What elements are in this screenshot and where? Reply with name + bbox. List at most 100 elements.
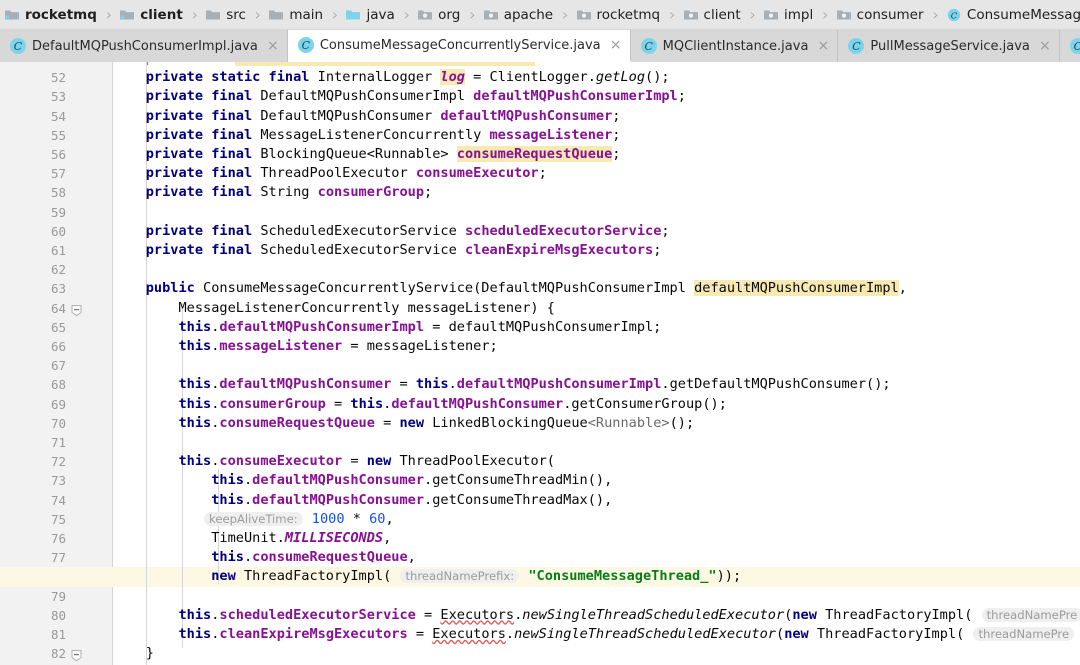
java-class-icon: C (297, 37, 314, 53)
package-icon (763, 7, 779, 23)
editor-tab-label: PullMessageService.java (870, 38, 1030, 54)
svg-text:C: C (951, 11, 958, 21)
code-line[interactable]: this.defaultMQPushConsumer.getConsumeThr… (113, 491, 1080, 510)
breadcrumb-separator: › (254, 5, 262, 24)
code-line[interactable]: this.cleanExpireMsgExecutors = Executors… (113, 625, 1080, 644)
code-line[interactable]: keepAliveTime: 1000 * 60, (113, 510, 1080, 529)
code-surface[interactable]: private static final XXXXXXXXXXXXXX priv… (0, 62, 1080, 665)
parameter-hint: threadNamePre (981, 607, 1080, 622)
breadcrumb-item-label: apache (503, 6, 554, 23)
breadcrumb-item-label: java (366, 6, 395, 23)
breadcrumb-separator: › (562, 5, 569, 24)
breadcrumb-separator: › (403, 5, 411, 24)
code-line[interactable]: this.defaultMQPushConsumerImpl = default… (113, 318, 1080, 337)
breadcrumb-item-org[interactable]: org (413, 0, 466, 29)
code-line[interactable]: public ConsumeMessageConcurrentlyService… (113, 279, 1080, 298)
code-line[interactable]: private final ScheduledExecutorService s… (113, 222, 1080, 241)
package-icon (576, 7, 592, 23)
code-line[interactable]: new ThreadFactoryImpl( threadNamePrefix:… (113, 567, 1080, 586)
code-line[interactable]: this.messageListener = messageListener; (113, 337, 1080, 356)
editor-tab-mqclientinstance[interactable]: C MQClientInstance.java × (630, 30, 839, 62)
code-line[interactable]: this.defaultMQPushConsumer.getConsumeThr… (113, 471, 1080, 490)
code-line[interactable]: this.consumeRequestQueue = new LinkedBlo… (113, 414, 1080, 433)
breadcrumb-separator: › (191, 5, 199, 24)
breadcrumb-item-client[interactable]: client (115, 0, 188, 29)
breadcrumb-item-main[interactable]: main (264, 0, 329, 29)
close-icon[interactable]: × (609, 38, 623, 52)
code-line[interactable]: this.consumerGroup = this.defaultMQPushC… (113, 395, 1080, 414)
breadcrumb: rocketmq › client › src › main › java › org › apache… (0, 0, 1080, 30)
code-line[interactable]: private final DefaultMQPushConsumerImpl … (113, 87, 1080, 106)
breadcrumb-separator: › (669, 5, 676, 24)
editor-tab-consumemessageconcurrentlyservice[interactable]: C ConsumeMessageConcurrentlyService.java × (287, 30, 631, 62)
code-line[interactable]: private final String consumerGroup; (113, 183, 1080, 202)
close-icon[interactable]: × (266, 39, 280, 53)
editor-tab-label: DefaultMQPushConsumerImpl.java (32, 38, 258, 54)
breadcrumb-item-label: org (438, 6, 461, 23)
breadcrumb-item-src[interactable]: src (201, 0, 252, 29)
breadcrumb-separator: › (932, 5, 939, 24)
breadcrumb-item-label: rocketmq (596, 6, 661, 23)
code-line[interactable]: private final BlockingQueue<Runnable> co… (113, 145, 1080, 164)
breadcrumb-item-java[interactable]: java (341, 0, 400, 29)
breadcrumb-item-label: impl (784, 6, 814, 23)
breadcrumb-item-label: client (140, 6, 183, 23)
java-class-icon: C (946, 7, 962, 23)
breadcrumb-item-rocketmq[interactable]: rocketmq (572, 0, 667, 29)
code-line[interactable]: private final ThreadPoolExecutor consume… (113, 164, 1080, 183)
breadcrumb-item-label: ConsumeMessageConcu (966, 6, 1080, 23)
breadcrumb-item-rocketmq[interactable]: rocketmq (0, 0, 103, 29)
breadcrumb-separator: › (332, 5, 339, 24)
breadcrumb-item-apache[interactable]: apache (479, 0, 559, 29)
breadcrumb-separator: › (105, 5, 113, 24)
editor-tab-label: MQClientInstance.java (662, 38, 809, 54)
code-line[interactable]: private final ScheduledExecutorService c… (113, 241, 1080, 260)
breadcrumb-item-impl[interactable]: impl (759, 0, 819, 29)
code-line[interactable]: this.scheduledExecutorService = Executor… (113, 606, 1080, 625)
source-root-icon (345, 7, 361, 23)
breadcrumb-item-label: rocketmq (25, 6, 97, 23)
package-icon (483, 7, 499, 23)
module-icon (119, 7, 135, 23)
code-line[interactable]: TimeUnit.MILLISECONDS, (113, 529, 1080, 548)
java-class-icon: C (1069, 38, 1080, 54)
folder-gray-icon (268, 7, 284, 23)
breadcrumb-separator: › (469, 5, 476, 24)
package-icon (836, 7, 852, 23)
breadcrumb-item-consumemessageconcu[interactable]: C ConsumeMessageConcu (942, 0, 1080, 29)
code-line[interactable]: private final MessageListenerConcurrentl… (113, 126, 1080, 145)
code-line[interactable]: private static final InternalLogger log … (113, 68, 1080, 87)
package-icon (683, 7, 699, 23)
breadcrumb-item-label: consumer (856, 6, 924, 23)
java-class-icon: C (10, 38, 26, 54)
module-icon (4, 7, 20, 23)
java-class-icon: C (640, 38, 657, 54)
breadcrumb-separator: › (749, 5, 757, 24)
editor-tab-s[interactable]: CS (1059, 30, 1080, 62)
code-line[interactable]: } (113, 644, 1080, 663)
folder-gray-icon (205, 7, 221, 23)
close-icon[interactable]: × (1038, 39, 1052, 53)
code-line[interactable]: this.defaultMQPushConsumer = this.defaul… (113, 375, 1080, 394)
java-class-icon: C (848, 38, 865, 54)
parameter-hint: keepAliveTime: (204, 511, 303, 526)
breadcrumb-item-label: client (703, 6, 741, 23)
editor-tab-bar: C DefaultMQPushConsumerImpl.java × C Consume… (0, 30, 1080, 62)
breadcrumb-item-client[interactable]: client (679, 0, 747, 29)
breadcrumb-separator: › (822, 5, 829, 24)
code-line[interactable]: MessageListenerConcurrently messageListe… (113, 299, 1080, 318)
code-editor[interactable]: 5152535455565758596061626364656667686970… (0, 62, 1080, 665)
breadcrumb-item-consumer[interactable]: consumer (832, 0, 930, 29)
parameter-hint: threadNamePre (973, 627, 1075, 641)
code-line[interactable]: this.consumeExecutor = new ThreadPoolExe… (113, 452, 1080, 471)
editor-tab-label: ConsumeMessageConcurrentlyService.java (319, 37, 601, 53)
package-icon (417, 7, 433, 23)
code-line[interactable]: private final DefaultMQPushConsumer defa… (113, 107, 1080, 126)
code-line[interactable]: this.consumeRequestQueue, (113, 548, 1080, 567)
editor-tab-pullmessageservice[interactable]: C PullMessageService.java × (838, 30, 1060, 62)
breadcrumb-item-label: main (289, 6, 324, 23)
breadcrumb-item-label: src (226, 6, 246, 23)
parameter-hint: threadNamePrefix: (400, 569, 520, 584)
close-icon[interactable]: × (816, 39, 830, 53)
editor-tab-defaultmqpushconsumerimpl[interactable]: C DefaultMQPushConsumerImpl.java × (0, 30, 288, 62)
